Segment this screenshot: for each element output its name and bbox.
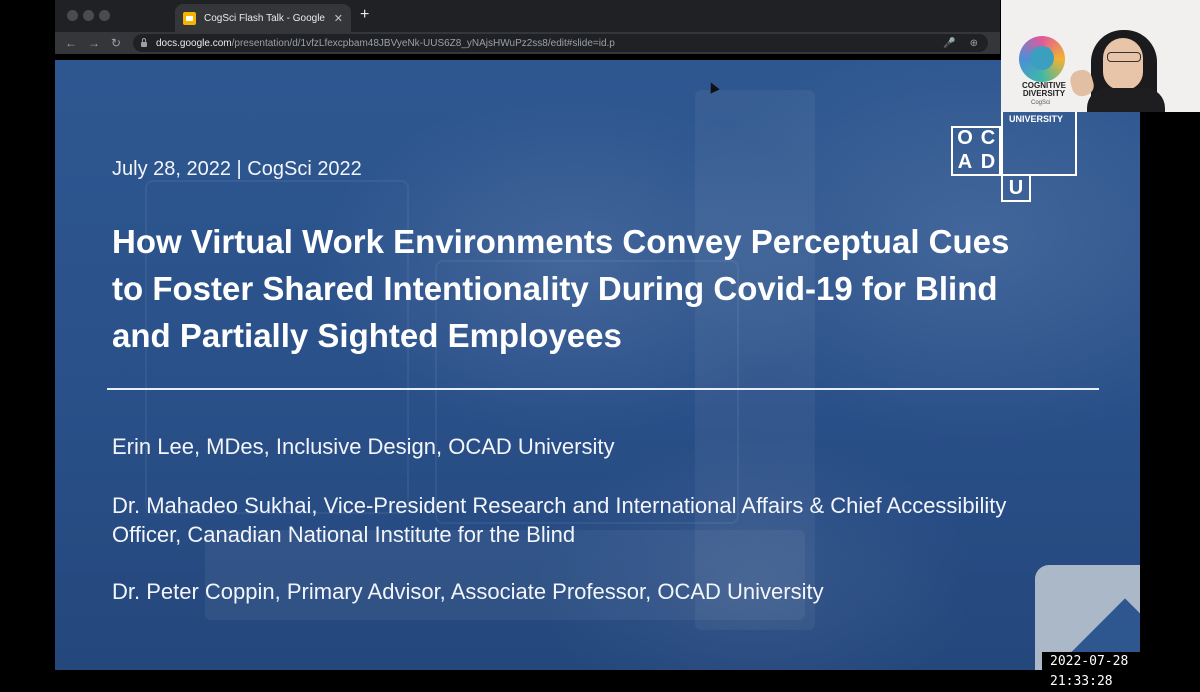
logo-label: UNIVERSITY <box>1009 114 1064 124</box>
url-path: /presentation/d/1vfzLfexcpbam48JBVyeNk-U… <box>231 37 615 49</box>
title-divider <box>107 388 1099 390</box>
presentation-slide: July 28, 2022 | CogSci 2022 How Virtual … <box>55 60 1140 670</box>
slide-title: How Virtual Work Environments Convey Per… <box>112 223 1010 354</box>
reload-icon[interactable]: ↻ <box>111 35 121 51</box>
back-arrow-icon[interactable]: ← <box>65 35 77 51</box>
browser-tab[interactable]: CogSci Flash Talk - Google Slides ✕ <box>175 4 351 32</box>
logo-letter: A <box>957 151 973 173</box>
webcam-logo-subtext: CogSci <box>1031 100 1051 106</box>
browser-toolbar: ← → ↻ docs.google.com/presentation/d/1vf… <box>55 32 1000 54</box>
author-line: Erin Lee, MDes, Inclusive Design, OCAD U… <box>112 434 615 459</box>
zoom-icon[interactable]: ⊕ <box>970 38 978 49</box>
lock-icon <box>141 38 147 47</box>
cognitive-diversity-logo-icon <box>1019 36 1065 82</box>
slides-favicon-icon <box>183 11 196 25</box>
recording-timestamp: 2022-07-28 21:33:28 <box>1042 652 1200 689</box>
url-domain: docs.google.com <box>156 37 232 49</box>
slide-date-line: July 28, 2022 | CogSci 2022 <box>112 158 362 180</box>
minimize-window-icon[interactable] <box>83 10 94 21</box>
logo-letter: C <box>980 127 996 149</box>
logo-letter: U <box>1008 176 1024 199</box>
presenter-face <box>1103 38 1143 90</box>
author-line: Dr. Peter Coppin, Primary Advisor, Assoc… <box>112 579 824 604</box>
ocad-university-logo: O C A D U UNIVERSITY <box>951 98 1140 212</box>
url-text[interactable]: docs.google.com/presentation/d/1vfzLfexc… <box>156 38 929 49</box>
close-icon[interactable]: ✕ <box>334 12 343 25</box>
plus-icon[interactable]: + <box>360 6 369 24</box>
microphone-icon[interactable]: 🎤 <box>943 38 955 49</box>
browser-tab-bar: CogSci Flash Talk - Google Slides ✕ + <box>55 0 1000 32</box>
presenter-body <box>1087 88 1165 112</box>
logo-letter: O <box>957 127 973 149</box>
author-line: Dr. Mahadeo Sukhai, Vice-President Resea… <box>112 493 1007 547</box>
maximize-window-icon[interactable] <box>99 10 110 21</box>
close-window-icon[interactable] <box>67 10 78 21</box>
webcam-logo-text: COGNITIVE DIVERSITY <box>1021 81 1066 98</box>
logo-letter: D <box>980 151 996 173</box>
tab-title: CogSci Flash Talk - Google Slides <box>204 12 328 24</box>
forward-arrow-icon[interactable]: → <box>88 35 100 51</box>
webcam-overlay: COGNITIVE DIVERSITY CogSci <box>1001 0 1200 112</box>
logo-center <box>1030 46 1054 70</box>
glasses-icon <box>1107 52 1141 62</box>
address-bar[interactable]: docs.google.com/presentation/d/1vfzLfexc… <box>133 34 988 52</box>
